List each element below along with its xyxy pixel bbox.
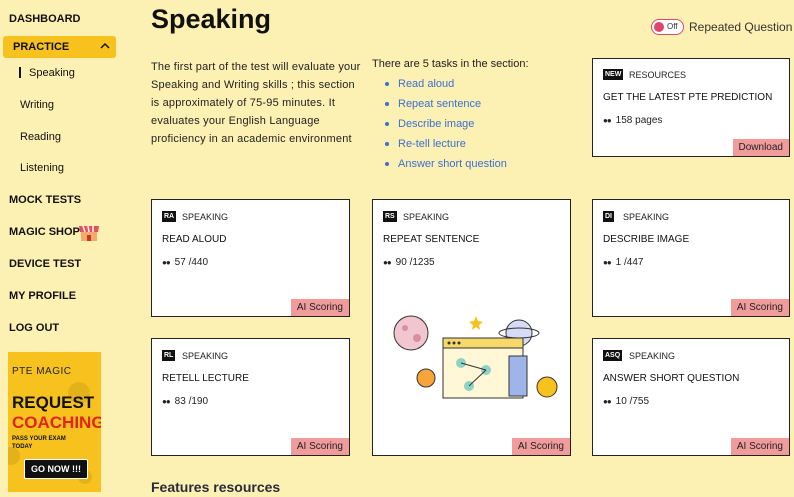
sidebar: DASHBOARD PRACTICE Speaking Writing Read… bbox=[0, 0, 125, 497]
card-badge: RA bbox=[162, 211, 177, 222]
task-link-answer-short-question[interactable]: Answer short question bbox=[383, 156, 507, 176]
card-answer-short-question[interactable]: ASQ SPEAKING ANSWER SHORT QUESTION ●● 10 … bbox=[592, 338, 790, 456]
dots-icon: ●● bbox=[603, 258, 612, 267]
section-description: The first part of the test will evaluate… bbox=[151, 61, 361, 145]
coaching-ad-banner[interactable]: PTE MAGIC REQUEST COACHING PASS YOUR EXA… bbox=[8, 352, 101, 492]
task-link-repeat-sentence[interactable]: Repeat sentence bbox=[383, 96, 507, 116]
dots-icon: ●● bbox=[162, 397, 171, 406]
chevron-up-icon bbox=[100, 39, 110, 56]
card-badge: DI bbox=[603, 211, 614, 222]
page-title: Speaking bbox=[151, 4, 272, 34]
resource-card[interactable]: NEW RESOURCES GET THE LATEST PTE PREDICT… bbox=[592, 58, 790, 157]
card-describe-image[interactable]: DI SPEAKING DESCRIBE IMAGE ●● 1 /447 AI S… bbox=[592, 199, 790, 317]
task-link-describe-image[interactable]: Describe image bbox=[383, 116, 507, 136]
ad-go-button[interactable]: GO NOW !!! bbox=[24, 459, 88, 479]
card-category: SPEAKING bbox=[182, 212, 229, 222]
card-stat-value: 158 pages bbox=[615, 115, 663, 126]
task-link-retell-lecture[interactable]: Re-tell lecture bbox=[383, 136, 507, 156]
dots-icon: ●● bbox=[383, 258, 392, 267]
card-stat: ●● 57 /440 bbox=[162, 257, 208, 268]
nav-sub-listening[interactable]: Listening bbox=[20, 162, 64, 174]
dots-icon: ●● bbox=[603, 397, 612, 406]
card-stat: ●● 1 /447 bbox=[603, 257, 643, 268]
card-stat: ●● 90 /1235 bbox=[383, 257, 435, 268]
ad-logo: PTE MAGIC bbox=[12, 366, 72, 377]
card-stat-value: 1 /447 bbox=[615, 257, 644, 268]
new-badge: NEW bbox=[603, 69, 624, 80]
ad-title-coaching: COACHING bbox=[12, 413, 101, 432]
card-retell-lecture[interactable]: RL SPEAKING RETELL LECTURE ●● 83 /190 AI … bbox=[151, 338, 350, 456]
tasks-heading: There are 5 tasks in the section: bbox=[372, 58, 529, 70]
toggle-state: Off bbox=[667, 22, 678, 31]
dots-icon: ●● bbox=[162, 258, 171, 267]
card-title: RETELL LECTURE bbox=[162, 373, 249, 384]
nav-dashboard[interactable]: DASHBOARD bbox=[9, 13, 81, 25]
ai-scoring-button[interactable]: AI Scoring bbox=[290, 299, 349, 316]
ai-scoring-button[interactable]: AI Scoring bbox=[511, 438, 570, 455]
task-list: Read aloud Repeat sentence Describe imag… bbox=[383, 76, 507, 176]
nav-sub-writing[interactable]: Writing bbox=[20, 99, 54, 111]
card-stat-value: 83 /190 bbox=[174, 396, 209, 407]
card-category: RESOURCES bbox=[629, 70, 687, 80]
download-button[interactable]: Download bbox=[732, 139, 789, 156]
card-stat-value: 57 /440 bbox=[174, 257, 209, 268]
card-badge: RL bbox=[162, 350, 176, 361]
toggle-label: Repeated Question bbox=[689, 20, 793, 34]
ad-title-request: REQUEST bbox=[12, 393, 95, 412]
nav-sub-reading[interactable]: Reading bbox=[20, 131, 61, 143]
card-badge: RS bbox=[383, 211, 397, 222]
dots-icon: ●● bbox=[603, 116, 612, 125]
card-stat: ●● 10 /755 bbox=[603, 396, 649, 407]
active-indicator bbox=[19, 67, 21, 78]
card-repeat-sentence[interactable]: RS SPEAKING REPEAT SENTENCE ●● 90 /1235 A… bbox=[372, 199, 571, 456]
nav-magic-shop[interactable]: MAGIC SHOP bbox=[9, 226, 80, 238]
task-link-read-aloud[interactable]: Read aloud bbox=[383, 76, 507, 96]
nav-device-test[interactable]: DEVICE TEST bbox=[9, 258, 81, 270]
card-category: SPEAKING bbox=[403, 212, 450, 222]
nav-sub-speaking[interactable]: Speaking bbox=[29, 67, 75, 79]
card-read-aloud[interactable]: RA SPEAKING READ ALOUD ●● 57 /440 AI Scor… bbox=[151, 199, 350, 317]
nav-mock-tests[interactable]: MOCK TESTS bbox=[9, 194, 81, 206]
ai-scoring-button[interactable]: AI Scoring bbox=[730, 438, 789, 455]
nav-my-profile[interactable]: MY PROFILE bbox=[9, 290, 76, 302]
toggle-switch[interactable]: Off bbox=[651, 19, 684, 35]
nav-practice[interactable]: PRACTICE bbox=[3, 36, 116, 58]
card-title: GET THE LATEST PTE PREDICTION bbox=[603, 92, 773, 103]
card-title: DESCRIBE IMAGE bbox=[603, 234, 690, 245]
toggle-knob bbox=[654, 22, 664, 32]
card-title: READ ALOUD bbox=[162, 234, 227, 245]
card-stat-value: 90 /1235 bbox=[395, 257, 435, 268]
features-heading: Features resources bbox=[151, 479, 281, 495]
nav-log-out[interactable]: LOG OUT bbox=[9, 322, 59, 334]
card-category: SPEAKING bbox=[182, 351, 229, 361]
card-badge: ASQ bbox=[603, 350, 623, 361]
card-stat-value: 10 /755 bbox=[615, 396, 650, 407]
card-category: SPEAKING bbox=[629, 351, 676, 361]
repeated-question-toggle[interactable]: Off Repeated Question bbox=[651, 19, 792, 35]
shop-icon bbox=[78, 223, 100, 243]
ad-tagline: PASS YOUR EXAM TODAY bbox=[12, 436, 66, 450]
ai-scoring-button[interactable]: AI Scoring bbox=[730, 299, 789, 316]
card-stat: ●● 83 /190 bbox=[162, 396, 208, 407]
card-title: REPEAT SENTENCE bbox=[383, 234, 480, 245]
ai-scoring-button[interactable]: AI Scoring bbox=[290, 438, 349, 455]
card-stat: ●● 158 pages bbox=[603, 115, 662, 126]
card-category: SPEAKING bbox=[623, 212, 670, 222]
nav-practice-label: PRACTICE bbox=[13, 41, 70, 53]
illustration bbox=[393, 315, 558, 399]
card-title: ANSWER SHORT QUESTION bbox=[603, 373, 740, 384]
